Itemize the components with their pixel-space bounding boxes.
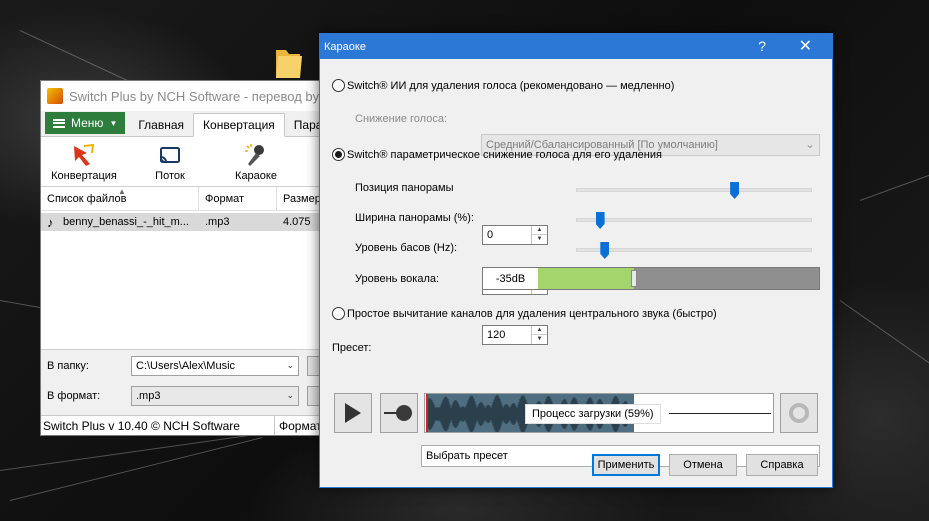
whisker-line xyxy=(839,300,929,370)
switch-app-icon xyxy=(47,88,63,104)
folder-combo[interactable]: C:\Users\Alex\Music ⌄ xyxy=(131,356,299,376)
stream-button[interactable]: Поток xyxy=(127,137,213,186)
karaoke-label: Караоке xyxy=(235,170,277,182)
music-note-icon: ♪ xyxy=(47,214,54,230)
file-name: benny_benassi_-_hit_m... xyxy=(63,216,189,228)
karaoke-dialog: Караоке ? ✕ Switch® ИИ для удаления голо… xyxy=(319,33,833,488)
convert-button[interactable]: Конвертация xyxy=(41,137,127,186)
preview-player: Процесс загрузки (59%) xyxy=(332,393,820,437)
pan-width-slider[interactable] xyxy=(595,212,605,229)
dialog-title: Караоке xyxy=(324,40,366,53)
chevron-down-icon: ⌄ xyxy=(286,360,294,370)
help-button[interactable]: Справка xyxy=(746,454,818,476)
loading-line xyxy=(669,413,771,414)
waveform-view[interactable]: Процесс загрузки (59%) xyxy=(424,393,774,433)
tab-home[interactable]: Главная xyxy=(129,114,193,136)
switch-title-bar[interactable]: Switch Plus by NCH Software - перевод by… xyxy=(41,81,339,111)
format-value: .mp3 xyxy=(136,390,161,402)
pan-position-label: Позиция панорамы xyxy=(355,182,454,194)
file-format: .mp3 xyxy=(205,216,230,228)
preset-value: Выбрать пресет xyxy=(426,450,508,462)
radio-parametric[interactable] xyxy=(332,148,345,161)
chevron-down-icon: ⌄ xyxy=(286,390,294,400)
option-simple-subtraction[interactable]: Простое вычитание каналов для удаления ц… xyxy=(332,307,717,320)
loading-status: Процесс загрузки (59%) xyxy=(525,404,661,424)
chevron-down-icon: ⌄ xyxy=(804,137,815,151)
menu-button-label: Меню xyxy=(71,116,104,130)
status-format: Формат xyxy=(279,418,322,433)
close-icon[interactable]: ✕ xyxy=(799,36,812,56)
option-ai-removal[interactable]: Switch® ИИ для удаления голоса (рекоменд… xyxy=(332,79,674,92)
play-icon xyxy=(345,403,361,423)
radio-simple[interactable] xyxy=(332,307,345,320)
tab-convert[interactable]: Конвертация xyxy=(193,113,285,137)
pan-position-track[interactable] xyxy=(576,188,812,192)
vocal-level-value: -35dB xyxy=(483,268,538,289)
vocal-level-label: Уровень вокала: xyxy=(355,273,440,285)
seek-button[interactable] xyxy=(380,393,418,433)
spinner-icon xyxy=(789,403,809,423)
menu-button[interactable]: Меню ▼ xyxy=(45,112,126,134)
file-list-header: ▲ Список файлов Формат Размер xyxy=(41,187,339,211)
sort-up-icon: ▲ xyxy=(118,187,126,196)
vocal-level-handle[interactable] xyxy=(631,270,638,287)
dialog-title-bar[interactable]: Караоке ? ✕ xyxy=(320,34,832,59)
play-button[interactable] xyxy=(334,393,372,433)
column-format[interactable]: Формат xyxy=(199,187,277,210)
caret-down-icon: ▼ xyxy=(109,118,118,128)
voice-reduction-label: Снижение голоса: xyxy=(355,113,448,125)
apply-button[interactable]: Применить xyxy=(592,454,660,476)
pan-position-value: 0 xyxy=(487,229,494,241)
option-ai-label: Switch® ИИ для удаления голоса (рекоменд… xyxy=(347,79,675,92)
option-simple-label: Простое вычитание каналов для удаления ц… xyxy=(347,307,717,320)
switch-window: Switch Plus by NCH Software - перевод by… xyxy=(40,80,358,436)
option-param-label: Switch® параметрическое снижение голоса … xyxy=(347,148,662,161)
bass-track[interactable] xyxy=(576,248,812,252)
microphone-icon xyxy=(245,144,264,166)
folder-label: В папку: xyxy=(47,360,89,372)
bass-spin[interactable]: 120 ▲ ▼ xyxy=(482,325,548,345)
option-parametric-removal[interactable]: Switch® параметрическое снижение голоса … xyxy=(332,148,662,161)
spin-down-icon[interactable]: ▼ xyxy=(532,335,547,344)
switch-toolbar: Конвертация Поток Караоке xyxy=(41,137,339,187)
convert-label: Конвертация xyxy=(51,170,117,182)
pan-position-slider[interactable] xyxy=(730,182,740,199)
whisker-line xyxy=(9,437,263,501)
seek-icon xyxy=(384,405,412,421)
whisker-line xyxy=(19,30,129,82)
hamburger-icon xyxy=(53,118,65,128)
pan-width-label: Ширина панорамы (%): xyxy=(355,212,474,224)
cast-icon xyxy=(160,147,180,163)
stream-label: Поток xyxy=(155,170,185,182)
folder-icon[interactable] xyxy=(272,44,304,80)
cancel-button[interactable]: Отмена xyxy=(669,454,737,476)
format-label: В формат: xyxy=(47,390,101,402)
help-icon[interactable]: ? xyxy=(758,38,766,54)
radio-ai[interactable] xyxy=(332,79,345,92)
table-row[interactable]: ♪ benny_benassi_-_hit_m... .mp3 4.075 xyxy=(41,213,339,231)
bass-slider[interactable] xyxy=(600,242,610,259)
stop-button[interactable] xyxy=(780,393,818,433)
pan-width-track[interactable] xyxy=(576,218,812,222)
whisker-line xyxy=(859,169,929,201)
spin-up-icon[interactable]: ▲ xyxy=(532,226,547,235)
vocal-level-fill xyxy=(538,268,635,289)
spin-up-icon[interactable]: ▲ xyxy=(532,326,547,335)
status-bar: Switch Plus v 10.40 © NCH Software Форма… xyxy=(41,415,339,435)
pan-position-spin[interactable]: 0 ▲ ▼ xyxy=(482,225,548,245)
bass-label: Уровень басов (Hz): xyxy=(355,242,458,254)
format-combo[interactable]: .mp3 ⌄ xyxy=(131,386,299,406)
folder-value: C:\Users\Alex\Music xyxy=(136,360,236,372)
karaoke-button[interactable]: Караоке xyxy=(213,137,299,186)
convert-icon xyxy=(74,143,95,166)
spin-down-icon[interactable]: ▼ xyxy=(532,235,547,244)
switch-title: Switch Plus by NCH Software - перевод by… xyxy=(69,88,339,104)
status-version: Switch Plus v 10.40 © NCH Software xyxy=(41,416,275,435)
vocal-level-meter[interactable]: -35dB xyxy=(482,267,820,290)
switch-tab-bar: Меню ▼ Главная Конвертация Параметры xyxy=(41,111,358,137)
bass-value: 120 xyxy=(487,329,506,341)
preset-label: Пресет: xyxy=(332,342,372,354)
